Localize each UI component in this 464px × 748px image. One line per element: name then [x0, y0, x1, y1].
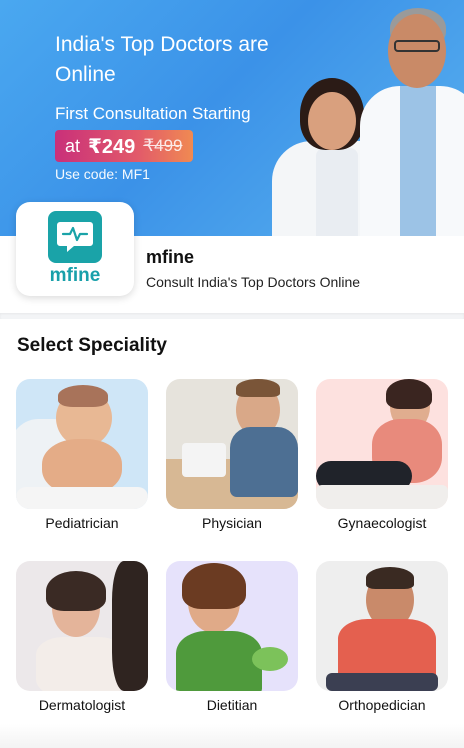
dermatologist-image	[16, 561, 148, 691]
banner-headline: India's Top Doctors are Online	[55, 33, 269, 86]
speciality-label: Orthopedician	[338, 697, 426, 713]
heartbeat-chat-icon	[48, 211, 102, 263]
price-prefix: at	[65, 135, 81, 156]
promo-banner[interactable]: India's Top Doctors are Online First Con…	[0, 0, 464, 236]
dietitian-image	[166, 561, 298, 691]
promo-code: Use code: MF1	[55, 166, 150, 182]
app-name: mfine	[146, 247, 195, 267]
speciality-card-pediatrician[interactable]: Pediatrician	[16, 379, 148, 531]
speciality-label: Pediatrician	[45, 515, 119, 531]
speciality-card-gynaecologist[interactable]: Gynaecologist	[316, 379, 448, 531]
original-price: ₹499	[143, 136, 183, 155]
price-badge: at ₹249 ₹499	[55, 130, 193, 162]
speciality-label: Dietitian	[206, 697, 258, 713]
speciality-card-physician[interactable]: Physician	[166, 379, 298, 531]
speciality-label: Gynaecologist	[337, 515, 427, 531]
speciality-label: Physician	[202, 515, 262, 531]
speciality-card-orthopedician[interactable]: Orthopedician	[316, 561, 448, 713]
banner-subline: First Consultation Starting	[55, 104, 251, 123]
orthopedician-image	[316, 561, 448, 691]
gynaecologist-image	[316, 379, 448, 509]
section-title: Select Speciality	[17, 335, 167, 356]
speciality-card-dermatologist[interactable]: Dermatologist	[16, 561, 148, 713]
speciality-label: Dermatologist	[38, 697, 126, 713]
male-doctor-image	[360, 0, 464, 236]
physician-image	[166, 379, 298, 509]
app-tagline: Consult India's Top Doctors Online	[146, 274, 361, 290]
logo-wordmark: mfine	[49, 265, 101, 286]
bottom-fade	[0, 724, 464, 748]
section-divider	[0, 313, 464, 319]
app-logo: mfine	[16, 202, 134, 296]
offer-price: ₹249	[88, 135, 136, 158]
pediatrician-image	[16, 379, 148, 509]
speciality-card-dietitian[interactable]: Dietitian	[166, 561, 298, 713]
